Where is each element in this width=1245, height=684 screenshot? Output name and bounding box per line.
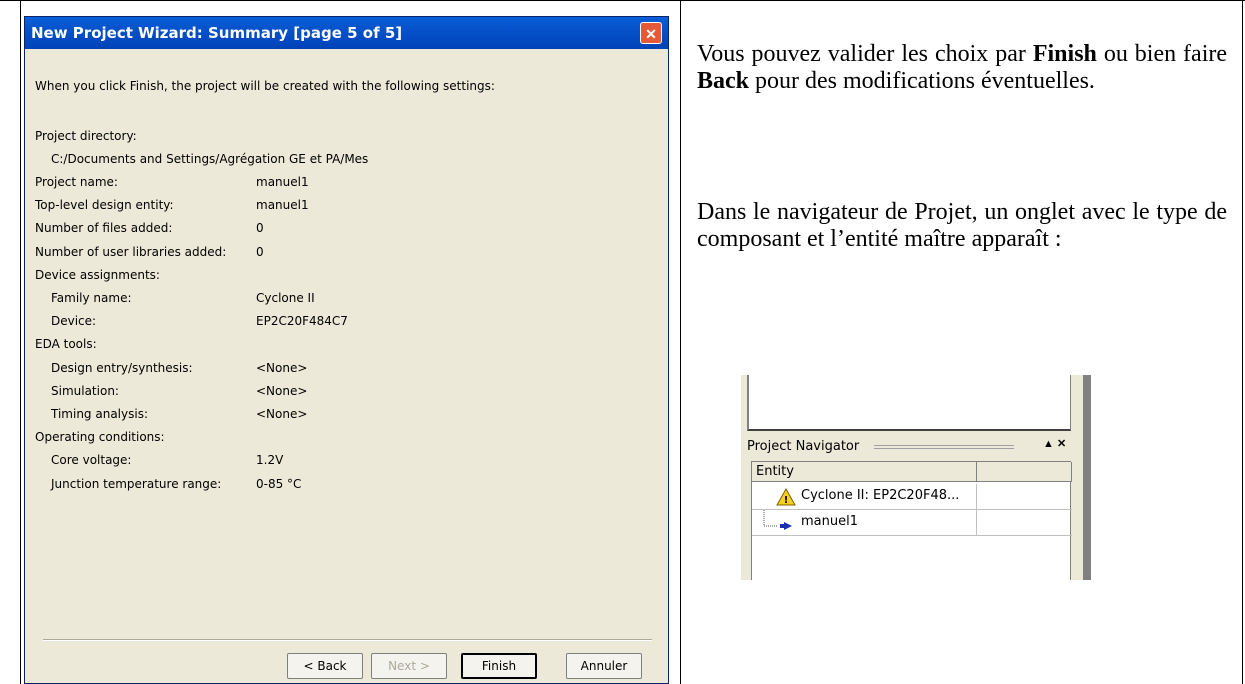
settings-row: Design entry/synthesis: <None>: [25, 359, 625, 377]
settings-row: EDA tools:: [25, 335, 625, 353]
p1-text-b: ou bien faire: [1096, 41, 1228, 67]
settings-row: Junction temperature range: 0-85 °C: [25, 475, 625, 493]
project-navigator-panel: Project Navigator ▲ ✕ Entity ! Cyclone I…: [741, 375, 1091, 580]
tree-item-entity[interactable]: manuel1: [752, 510, 1072, 536]
settings-label: Device:: [51, 314, 97, 329]
svg-text:!: !: [784, 495, 789, 506]
settings-value: <None>: [256, 383, 308, 398]
settings-row: Number of files added: 0: [25, 219, 625, 237]
pane-splitter[interactable]: [1083, 375, 1091, 580]
entity-item-label: manuel1: [801, 514, 858, 529]
tree-connector-icon: [763, 510, 792, 530]
settings-row: Project name: manuel1: [25, 173, 625, 191]
navigator-controls[interactable]: ▲ ✕: [1043, 437, 1066, 450]
upper-pane: [747, 375, 1071, 431]
settings-value: 0-85 °C: [256, 476, 302, 491]
navigator-title: Project Navigator: [747, 439, 860, 454]
settings-label: Design entry/synthesis:: [51, 360, 193, 375]
settings-row: Simulation: <None>: [25, 382, 625, 400]
settings-label: Core voltage:: [51, 453, 132, 468]
settings-value: 1.2V: [256, 453, 284, 468]
p1-finish-word: Finish: [1032, 41, 1097, 67]
settings-row: Number of user libraries added: 0: [25, 243, 625, 261]
settings-label: Operating conditions:: [35, 430, 165, 445]
settings-value: 0: [256, 221, 264, 236]
p1-back-word: Back: [697, 68, 750, 94]
settings-label: Device assignments:: [35, 267, 160, 282]
paragraph-navigator: Dans le navigateur de Projet, un onglet …: [697, 199, 1227, 252]
intro-text: When you click Finish, the project will …: [35, 79, 495, 93]
settings-row: Device assignments:: [25, 266, 625, 284]
settings-row: Timing analysis: <None>: [25, 405, 625, 423]
settings-label: Timing analysis:: [51, 407, 148, 421]
next-button[interactable]: Next >: [371, 653, 447, 679]
settings-label: EDA tools:: [35, 337, 97, 352]
settings-label: Simulation:: [51, 383, 119, 398]
settings-label: Family name:: [51, 291, 132, 305]
table-border-left: [20, 0, 21, 684]
column-divider: [976, 510, 977, 536]
settings-value: EP2C20F484C7: [256, 314, 348, 329]
hierarchy-tree: Entity ! Cyclone II: EP2C20F48... manuel…: [751, 461, 1072, 580]
table-border-right: [1242, 0, 1243, 684]
settings-row: Device: EP2C20F484C7: [25, 312, 625, 330]
new-project-wizard-dialog: New Project Wizard: Summary [page 5 of 5…: [24, 16, 669, 684]
project-directory-label: Project directory:: [35, 129, 137, 143]
settings-row: Family name: Cyclone II: [25, 289, 625, 307]
paragraph-finish-back: Vous pouvez valider les choix par Finish…: [697, 41, 1227, 95]
settings-label: Top-level design entity:: [35, 198, 174, 213]
empty-column-header[interactable]: [977, 462, 1072, 482]
button-separator: [43, 639, 652, 641]
settings-label: Junction temperature range:: [51, 476, 222, 491]
tree-item-device[interactable]: ! Cyclone II: EP2C20F48...: [752, 484, 1072, 510]
device-item-label: Cyclone II: EP2C20F48...: [801, 488, 960, 503]
p1-text-c: pour des modifications éventuelles.: [749, 68, 1095, 94]
settings-label: Number of files added:: [35, 221, 173, 236]
settings-value: manuel1: [256, 198, 309, 213]
back-button[interactable]: < Back: [287, 653, 363, 679]
p1-text-a: Vous pouvez valider les choix par: [697, 41, 1033, 67]
entity-column-header[interactable]: Entity: [752, 462, 977, 482]
settings-label: Number of user libraries added:: [35, 244, 227, 259]
close-icon[interactable]: ✕: [640, 22, 662, 44]
column-divider: [976, 484, 977, 510]
warning-triangle-icon: !: [776, 488, 796, 506]
project-directory-value: C:/Documents and Settings/Agrégation GE …: [51, 152, 369, 166]
cancel-button[interactable]: Annuler: [566, 653, 642, 679]
settings-value: manuel1: [256, 175, 309, 189]
summary-body: When you click Finish, the project will …: [25, 49, 668, 683]
settings-value: <None>: [256, 360, 308, 375]
title-grip-lines: [874, 445, 1014, 449]
table-border-middle: [680, 0, 681, 684]
settings-row: Top-level design entity: manuel1: [25, 196, 625, 214]
table-border-top: [0, 0, 1245, 1]
settings-value: Cyclone II: [256, 291, 315, 305]
tree-header: Entity: [752, 462, 1072, 484]
settings-value: <None>: [256, 407, 308, 421]
settings-row: Core voltage: 1.2V: [25, 451, 625, 469]
settings-value: 0: [256, 244, 264, 259]
dialog-title: New Project Wizard: Summary [page 5 of 5…: [25, 17, 668, 49]
finish-button[interactable]: Finish: [461, 653, 537, 679]
settings-row: Operating conditions:: [25, 428, 625, 446]
settings-label: Project name:: [35, 175, 118, 189]
